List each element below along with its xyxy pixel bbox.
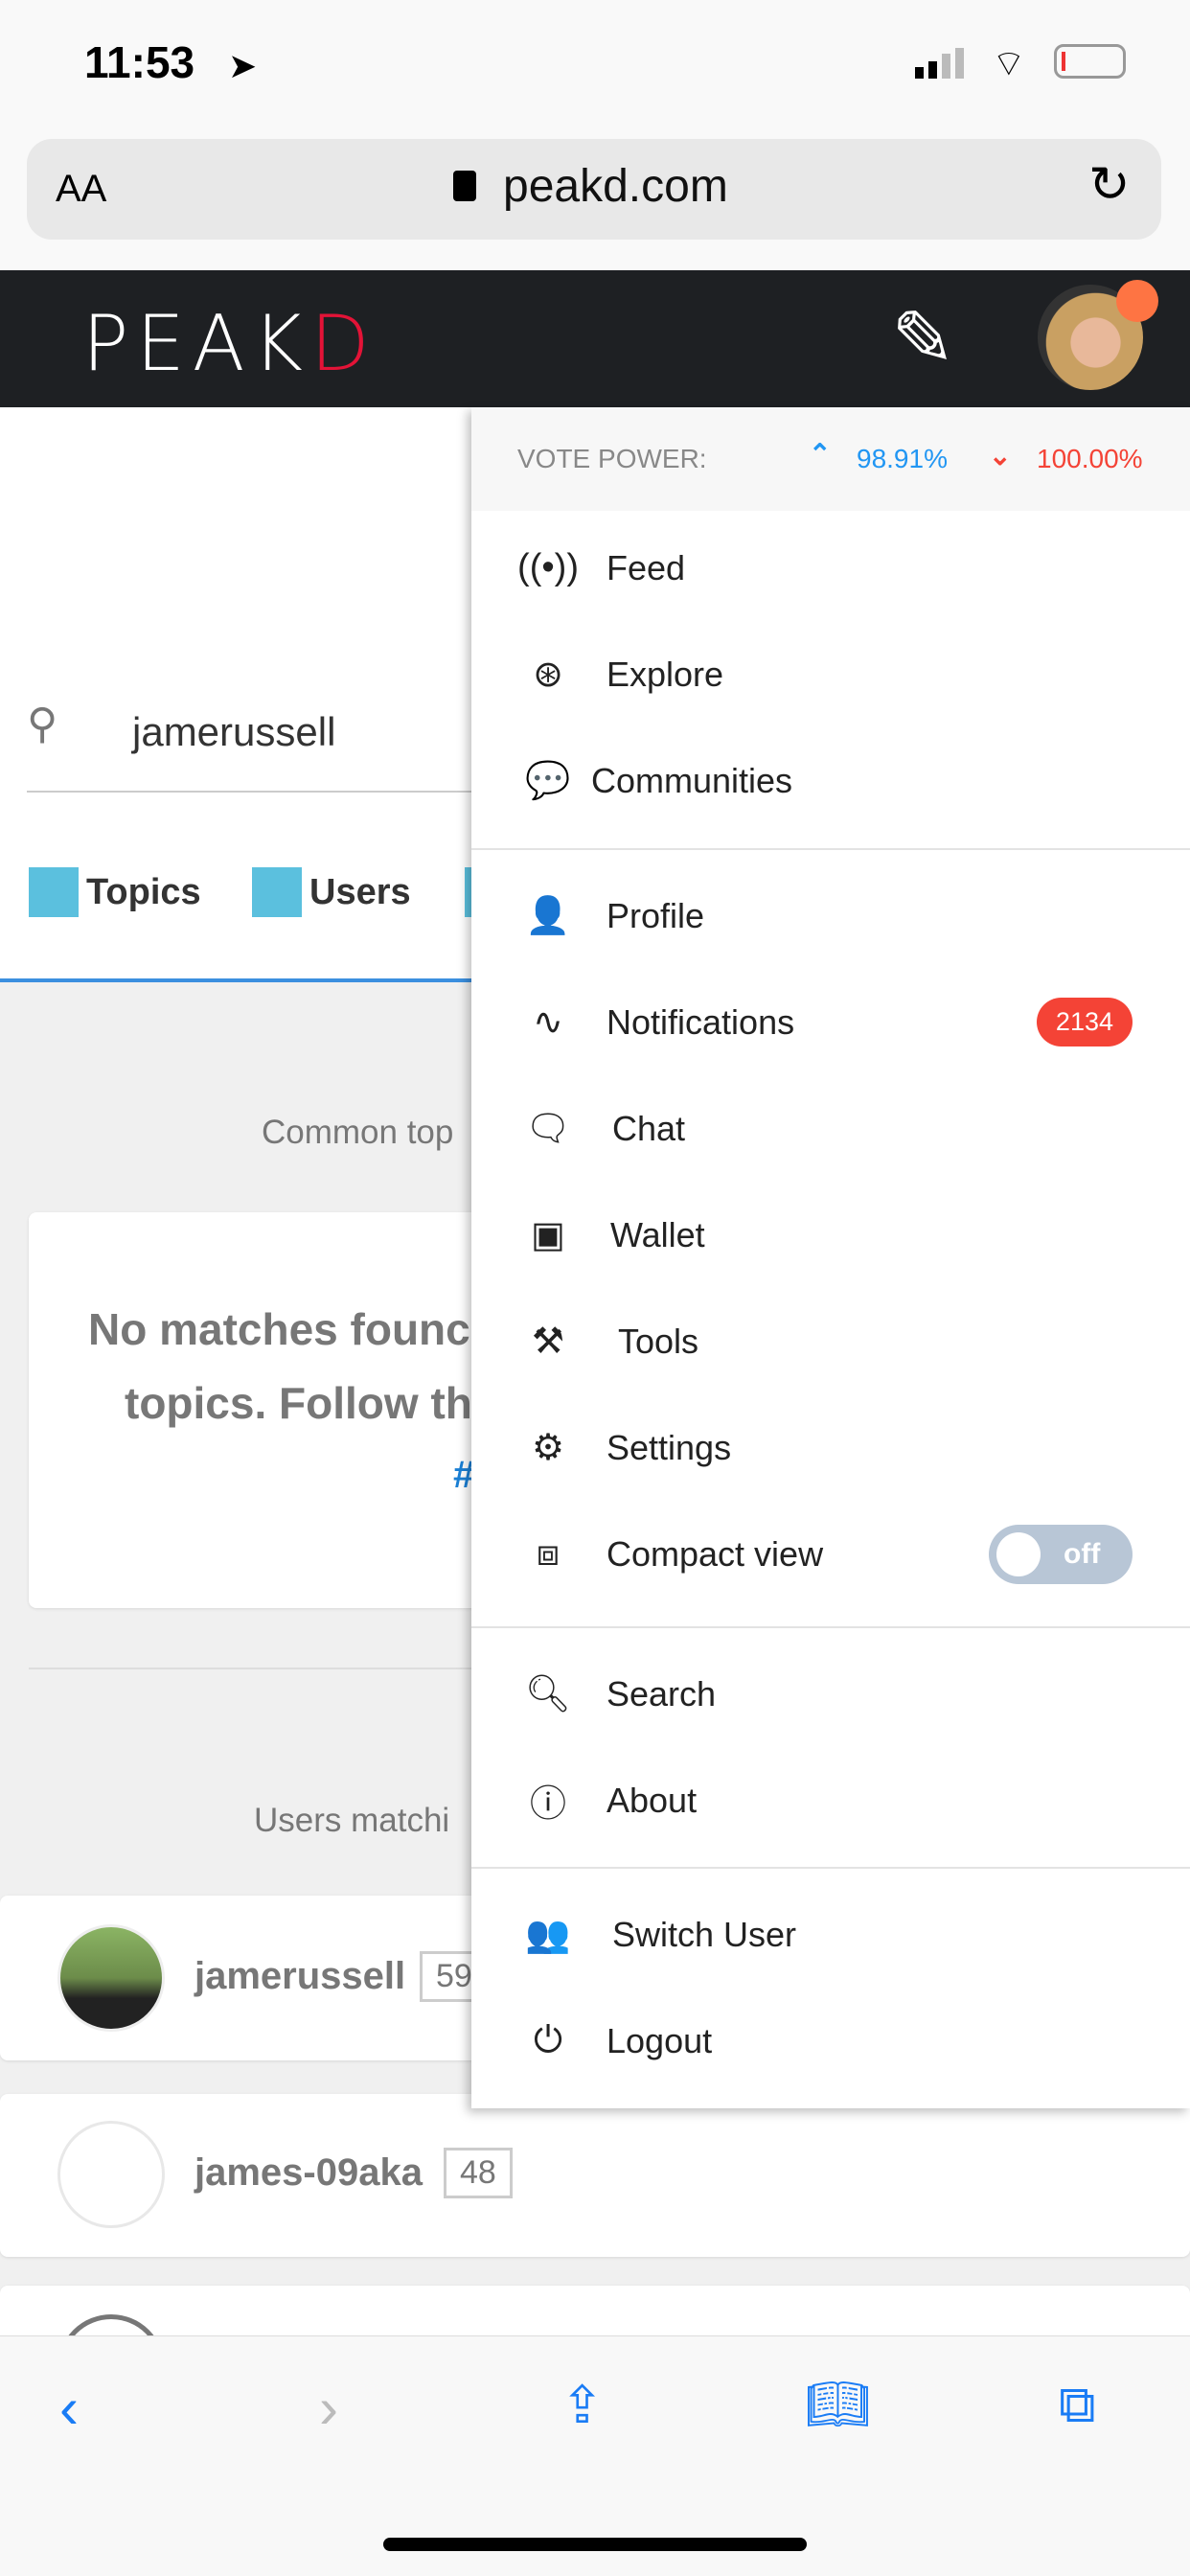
menu-label: Compact view <box>606 1533 824 1574</box>
battery-icon <box>1054 44 1126 79</box>
user-icon: 👤 <box>525 895 571 936</box>
back-icon[interactable]: ‹ <box>59 2375 79 2441</box>
username[interactable]: james-09aka <box>195 2151 423 2195</box>
divider <box>471 1867 1190 1869</box>
site-header: PEAKD ✎ <box>0 270 1190 407</box>
compass-icon: ⊛ <box>533 655 563 695</box>
notification-dot <box>1116 280 1158 322</box>
tab-users[interactable]: Users <box>252 867 411 917</box>
peakd-logo[interactable]: PEAKD <box>82 299 378 388</box>
menu-label: Search <box>606 1673 717 1714</box>
user-row[interactable]: james-09aka 48 <box>0 2094 1190 2257</box>
no-match-text: No matches founc <box>88 1304 470 1354</box>
upvote-power: 98.91% <box>857 444 948 473</box>
user-avatar <box>57 1924 165 2032</box>
menu-label: Notifications <box>606 1001 795 1042</box>
search-input[interactable]: jamerussell <box>132 709 335 755</box>
divider <box>471 1626 1190 1628</box>
pencil-icon[interactable]: ✎ <box>891 294 955 383</box>
user-avatar <box>57 2121 165 2228</box>
tab-topics[interactable]: Topics <box>29 867 201 917</box>
downvote-power: 100.00% <box>1037 444 1143 473</box>
reputation-badge: 48 <box>444 2148 513 2198</box>
chat-icon: 🗨 <box>524 1108 572 1149</box>
vote-power-label: VOTE POWER: <box>517 444 707 473</box>
forward-icon[interactable]: › <box>319 2375 338 2441</box>
menu-label: Profile <box>606 895 705 935</box>
toggle-state: off <box>1064 1537 1101 1570</box>
tabs-icon[interactable]: ⧉ <box>1059 2375 1096 2435</box>
upvote-icon: ⌃ <box>809 439 832 469</box>
notification-count-badge: 2134 <box>1036 998 1133 1046</box>
user-dropdown-menu: VOTE POWER: ⌃ 98.91% ⌄ 100.00% ((•)) Feed… <box>471 407 1190 2108</box>
menu-label: Tools <box>618 1321 699 1361</box>
no-match-text: topics. Follow th <box>125 1378 472 1428</box>
menu-label: Switch User <box>612 1914 797 1954</box>
menu-item-tools[interactable]: ⚒ Tools <box>471 1288 1190 1394</box>
location-icon: ➤ <box>228 46 258 85</box>
menu-item-logout[interactable]: ⏻ Logout <box>471 1988 1190 2094</box>
menu-label: Communities <box>591 760 793 800</box>
username[interactable]: jamerussell <box>195 1955 405 1998</box>
menu-label: Chat <box>612 1108 686 1148</box>
gear-icon: ⚙ <box>531 1428 565 1468</box>
browser-toolbar: ‹ › ⇪ 📖︎ ⧉ <box>0 2335 1190 2576</box>
menu-label: Feed <box>606 547 686 587</box>
menu-item-notifications[interactable]: ∿ Notifications 2134 <box>471 969 1190 1075</box>
tab-label: Users <box>309 871 411 912</box>
menu-item-communities[interactable]: 💬 Communities <box>471 727 1190 834</box>
power-icon: ⏻ <box>533 2020 563 2060</box>
compact-view-toggle[interactable]: off <box>989 1524 1133 1584</box>
menu-label: Logout <box>606 2020 713 2060</box>
divider <box>471 848 1190 850</box>
menu-item-explore[interactable]: ⊛ Explore <box>471 621 1190 727</box>
signal-icon <box>915 48 964 79</box>
menu-item-search[interactable]: 🔍︎ Search <box>471 1641 1190 1747</box>
menu-label: Wallet <box>610 1214 705 1254</box>
search-icon: 🔍︎ <box>524 1673 572 1714</box>
comments-icon: 💬 <box>525 760 571 801</box>
compress-icon: ⧈ <box>536 1533 561 1574</box>
reload-icon[interactable]: ↻ <box>1088 156 1131 214</box>
vote-power-bar: VOTE POWER: ⌃ 98.91% ⌄ 100.00% <box>471 407 1190 511</box>
lock-icon <box>453 171 476 201</box>
menu-label: About <box>606 1780 698 1820</box>
text-size-button[interactable]: AA <box>56 168 106 211</box>
menu-item-about[interactable]: ⓘ About <box>471 1747 1190 1853</box>
address-bar[interactable]: AA peakd.com ↻ <box>27 139 1161 240</box>
wifi-icon: ⌔ <box>992 44 1026 84</box>
wallet-icon: ▣ <box>531 1215 565 1255</box>
home-indicator <box>383 2538 807 2551</box>
pulse-icon: ∿ <box>533 1002 563 1043</box>
share-icon[interactable]: ⇪ <box>561 2375 604 2435</box>
info-icon: ⓘ <box>529 1784 566 1825</box>
menu-label: Settings <box>606 1427 732 1467</box>
url-text[interactable]: peakd.com <box>503 160 728 213</box>
bookmarks-icon[interactable]: 📖︎ <box>805 2375 871 2435</box>
menu-label: Explore <box>606 654 724 694</box>
menu-item-settings[interactable]: ⚙ Settings <box>471 1394 1190 1501</box>
common-topics-heading: Common top <box>262 1114 454 1151</box>
users-icon: 👥 <box>525 1914 571 1955</box>
clock: 11:53 <box>84 37 195 87</box>
broadcast-icon: ((•)) <box>517 547 579 587</box>
users-heading: Users matchi <box>254 1802 450 1839</box>
tab-label: Topics <box>86 871 201 912</box>
status-bar: 11:53 ➤ ⌔ AA peakd.com ↻ <box>0 0 1190 270</box>
menu-item-wallet[interactable]: ▣ Wallet <box>471 1182 1190 1288</box>
menu-item-feed[interactable]: ((•)) Feed <box>471 515 1190 621</box>
search-underline <box>27 791 477 793</box>
downvote-icon: ⌄ <box>989 441 1012 471</box>
menu-item-chat[interactable]: 🗨 Chat <box>471 1075 1190 1182</box>
menu-item-compact-view[interactable]: ⧈ Compact view off <box>471 1501 1190 1607</box>
menu-item-switch-user[interactable]: 👥 Switch User <box>471 1881 1190 1988</box>
menu-item-profile[interactable]: 👤 Profile <box>471 862 1190 969</box>
search-icon: ⚲ <box>27 701 58 748</box>
tools-icon: ⚒ <box>531 1322 565 1362</box>
